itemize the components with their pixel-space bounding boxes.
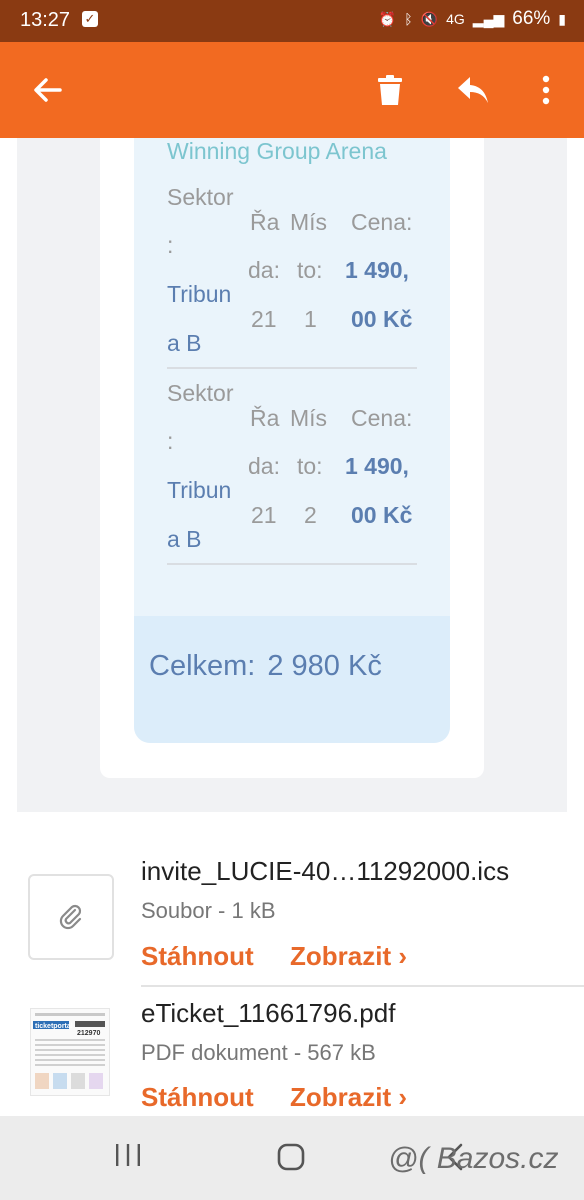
row-value: 21 bbox=[251, 306, 277, 332]
seat-label: Mís bbox=[290, 405, 328, 431]
sector-value: Tribun bbox=[167, 477, 232, 503]
row-label-cont: da: bbox=[248, 453, 280, 479]
sector-label: Sektor bbox=[167, 380, 234, 406]
price-label: Cena: bbox=[351, 405, 413, 431]
reply-icon bbox=[458, 77, 488, 103]
trash-icon bbox=[378, 75, 402, 105]
seat-value: 2 bbox=[304, 502, 317, 528]
venue-name: Winning Group Arena bbox=[167, 138, 387, 164]
sector-value-cont: a B bbox=[167, 330, 202, 356]
view-link[interactable]: Zobrazit › bbox=[290, 941, 407, 972]
sector-value: Tribun bbox=[167, 281, 232, 307]
home-button[interactable] bbox=[276, 1142, 306, 1177]
more-options-button[interactable] bbox=[522, 66, 570, 114]
row-label-cont: da: bbox=[248, 257, 280, 283]
pdf-thumbnail[interactable]: ticketportal 212970 bbox=[30, 1008, 110, 1096]
row-label: Řa bbox=[250, 209, 280, 235]
attachment-meta: PDF dokument - 567 kB bbox=[141, 1040, 376, 1065]
price-value: 1 490, bbox=[345, 453, 409, 479]
signal-icon: ▂▄▆ bbox=[472, 10, 505, 27]
app-toolbar bbox=[0, 42, 584, 138]
status-icons: ⏰ ᛒ 🔇 4G ▂▄▆ 66% ▮ bbox=[379, 8, 566, 30]
row-label: Řa bbox=[250, 405, 280, 431]
battery-percent: 66% bbox=[512, 8, 551, 29]
price-value-cont: 00 Kč bbox=[351, 502, 413, 528]
notification-check-icon: ✓ bbox=[82, 11, 98, 27]
seat-label: Mís bbox=[290, 209, 328, 235]
back-arrow-icon bbox=[34, 78, 62, 102]
download-link[interactable]: Stáhnout bbox=[141, 941, 254, 972]
row-value: 21 bbox=[251, 502, 277, 528]
price-value-cont: 00 Kč bbox=[351, 306, 413, 332]
sector-label-colon: : bbox=[167, 232, 174, 258]
home-icon bbox=[277, 1143, 305, 1171]
download-link[interactable]: Stáhnout bbox=[141, 1082, 254, 1113]
battery-icon: ▮ bbox=[558, 10, 566, 27]
back-button[interactable] bbox=[24, 66, 72, 114]
attachment-icon-box[interactable] bbox=[28, 874, 114, 960]
total-label: Celkem: bbox=[149, 650, 256, 682]
price-label: Cena: bbox=[351, 209, 413, 235]
total-amount: 2 980 Kč bbox=[267, 650, 382, 682]
row-divider bbox=[167, 367, 417, 369]
ticket-summary-box: Winning Group Arena Sektor : Tribun a B … bbox=[134, 138, 450, 743]
more-vert-icon bbox=[542, 75, 550, 105]
seat-value: 1 bbox=[304, 306, 317, 332]
alarm-icon: ⏰ bbox=[378, 10, 397, 27]
mute-icon: 🔇 bbox=[420, 10, 439, 27]
view-link[interactable]: Zobrazit › bbox=[290, 1082, 407, 1113]
recent-apps-button[interactable] bbox=[114, 1142, 142, 1173]
row-divider bbox=[167, 563, 417, 565]
seat-label-cont: to: bbox=[297, 257, 323, 283]
thumb-number: 212970 bbox=[77, 1030, 100, 1037]
status-bar: 13:27 ✓ ⏰ ᛒ 🔇 4G ▂▄▆ 66% ▮ bbox=[0, 0, 584, 42]
bluetooth-icon: ᛒ bbox=[404, 11, 413, 27]
ticket-document-thumbnail: ticketportal 212970 bbox=[33, 1013, 105, 1089]
order-total: Celkem: 2 980 Kč bbox=[149, 650, 382, 683]
seat-label-cont: to: bbox=[297, 453, 323, 479]
reply-button[interactable] bbox=[449, 66, 497, 114]
paperclip-icon bbox=[59, 904, 82, 930]
attachment-name: invite_LUCIE-40…11292000.ics bbox=[141, 856, 510, 886]
delete-button[interactable] bbox=[366, 66, 414, 114]
sector-value-cont: a B bbox=[167, 526, 202, 552]
watermark: @( Bazos.cz bbox=[388, 1142, 559, 1175]
status-time: 13:27 bbox=[20, 9, 71, 31]
price-value: 1 490, bbox=[345, 257, 409, 283]
recent-apps-icon bbox=[116, 1144, 140, 1166]
thumb-brand: ticketportal bbox=[35, 1023, 73, 1030]
attachment-name: eTicket_11661796.pdf bbox=[141, 998, 396, 1028]
attachment-meta: Soubor - 1 kB bbox=[141, 898, 276, 923]
attachment-divider bbox=[141, 985, 584, 987]
sector-label-colon: : bbox=[167, 428, 174, 454]
network-type: 4G bbox=[446, 11, 465, 27]
sector-label: Sektor bbox=[167, 184, 234, 210]
